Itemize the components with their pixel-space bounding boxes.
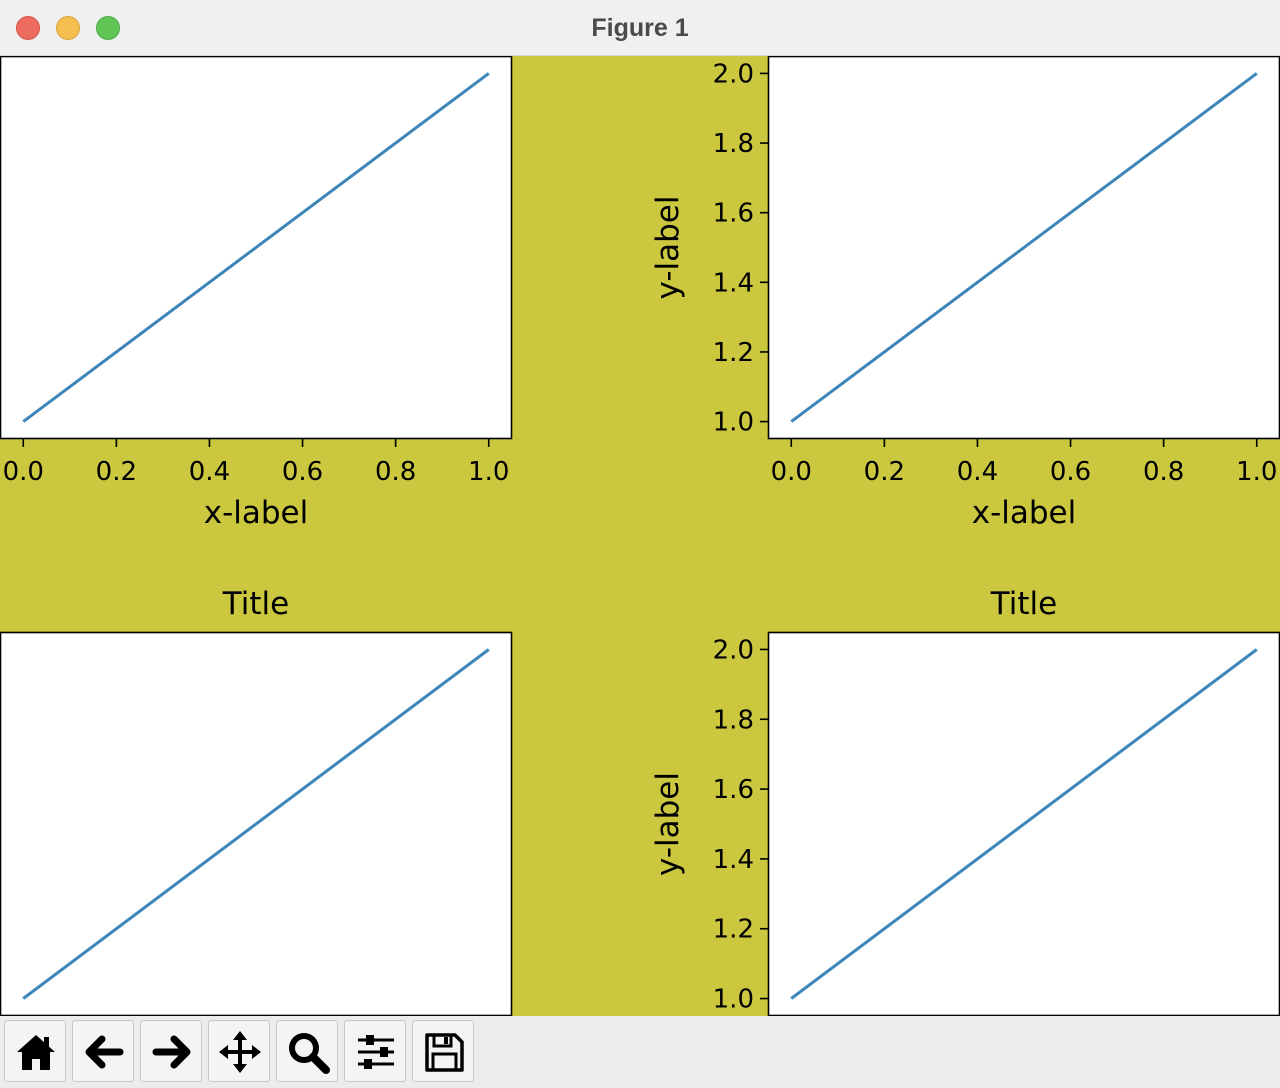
zoom-icon (289, 1033, 330, 1074)
axes-title: Title (990, 586, 1057, 622)
y-tick-label: 1.2 (713, 915, 754, 945)
y-tick-label: 1.2 (713, 338, 754, 368)
configure-subplots-button[interactable] (344, 1020, 406, 1082)
y-tick-label: 1.4 (713, 845, 754, 875)
zoom-button[interactable] (276, 1020, 338, 1082)
x-tick-label: 0.4 (189, 457, 230, 487)
configure-subplots-icon (358, 1035, 394, 1069)
save-icon (425, 1033, 464, 1072)
x-tick-label: 0.6 (282, 457, 323, 487)
figure-canvas[interactable]: 0.0 0.2 0.4 0.6 0.8 1.0 x-label 0.0 0.2 0.4 0.6 0.8… (0, 55, 1280, 1017)
save-button[interactable] (412, 1020, 474, 1082)
x-axis-label: x-label (972, 495, 1077, 531)
y-tick-label: 1.8 (713, 705, 754, 735)
y-tick-label: 1.6 (713, 775, 754, 805)
x-tick-label: 0.0 (3, 457, 44, 487)
back-arrow-icon (85, 1035, 124, 1069)
x-tick-label: 0.2 (864, 457, 905, 487)
x-tick-label: 0.8 (375, 457, 416, 487)
y-tick-label: 1.4 (713, 268, 754, 298)
x-tick-label: 0.2 (96, 457, 137, 487)
pan-button[interactable] (208, 1020, 270, 1082)
back-button[interactable] (72, 1020, 134, 1082)
y-axis-label: y-label (650, 196, 686, 300)
y-tick-label: 1.0 (713, 985, 754, 1015)
y-tick-label: 1.8 (713, 129, 754, 159)
y-tick-label: 2.0 (713, 635, 754, 665)
forward-button[interactable] (140, 1020, 202, 1082)
x-tick-label: 1.0 (468, 457, 509, 487)
x-tick-label: 0.4 (957, 457, 998, 487)
axes-title: Title (222, 586, 289, 622)
y-tick-label: 2.0 (713, 59, 754, 89)
home-icon (17, 1035, 55, 1070)
window-title: Figure 1 (591, 14, 689, 42)
x-tick-label: 0.6 (1050, 457, 1091, 487)
home-button[interactable] (4, 1020, 66, 1082)
x-tick-label: 0.0 (771, 457, 812, 487)
pan-icon (219, 1031, 261, 1073)
window-titlebar: Figure 1 (0, 0, 1280, 56)
x-tick-label: 1.0 (1236, 457, 1277, 487)
x-axis-label: x-label (204, 495, 309, 531)
forward-arrow-icon (152, 1035, 191, 1069)
y-tick-label: 1.0 (713, 408, 754, 438)
y-axis-label: y-label (650, 772, 686, 876)
figure-svg: 0.0 0.2 0.4 0.6 0.8 1.0 x-label 0.0 0.2 0.4 0.6 0.8… (0, 55, 1280, 1017)
x-tick-label: 0.8 (1143, 457, 1184, 487)
y-tick-label: 1.6 (713, 199, 754, 229)
navigation-toolbar (0, 1016, 1280, 1088)
